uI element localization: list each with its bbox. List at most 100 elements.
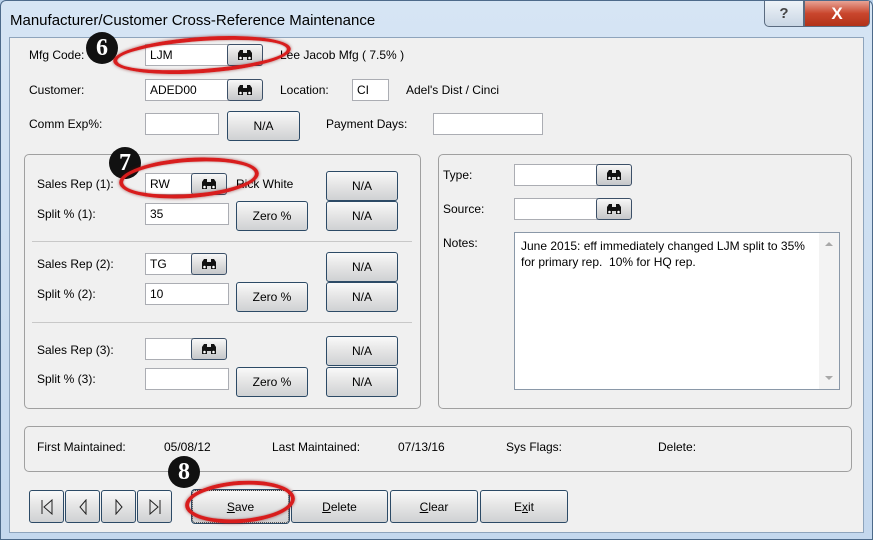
- split-3-label: Split % (3):: [37, 372, 96, 386]
- comm-exp-label: Comm Exp%:: [29, 117, 103, 131]
- binoculars-icon: [607, 204, 621, 214]
- step-7-badge: 7: [109, 147, 141, 179]
- split-1-na-button[interactable]: N/A: [326, 201, 398, 231]
- split-1-input[interactable]: [145, 203, 229, 225]
- delete-label: Delete: [322, 499, 357, 514]
- first-icon: [41, 498, 52, 515]
- binoculars-icon: [238, 85, 252, 95]
- notes-scrollbar[interactable]: [819, 233, 839, 389]
- step-8-badge: 8: [168, 456, 200, 488]
- sys-flags-label: Sys Flags:: [506, 440, 563, 454]
- last-maintained-value: 07/13/16: [398, 440, 445, 454]
- clear-label: Clear: [419, 499, 449, 514]
- mfg-code-lookup-button[interactable]: [227, 44, 263, 66]
- first-maintained-label: First Maintained:: [37, 440, 126, 454]
- na-label: N/A: [351, 344, 372, 358]
- notes-textarea[interactable]: June 2015: eff immediately changed LJM s…: [514, 232, 840, 390]
- split-2-zero-button[interactable]: Zero %: [236, 282, 308, 312]
- last-icon: [149, 498, 160, 515]
- previous-record-button[interactable]: [65, 490, 100, 523]
- rep-separator: [32, 322, 412, 323]
- binoculars-icon: [238, 50, 252, 60]
- sales-rep-2-input[interactable]: [145, 253, 193, 275]
- type-label: Type:: [443, 168, 473, 182]
- na-label: N/A: [351, 179, 372, 193]
- customer-label: Customer:: [29, 83, 85, 97]
- next-record-button[interactable]: [101, 490, 136, 523]
- binoculars-icon: [202, 179, 216, 189]
- split-3-input[interactable]: [145, 368, 229, 390]
- step-6-badge: 6: [86, 32, 118, 64]
- scroll-up-icon[interactable]: [825, 242, 833, 246]
- split-2-na-button[interactable]: N/A: [326, 282, 398, 312]
- payment-days-input[interactable]: [433, 113, 543, 135]
- sales-rep-1-name: Rick White: [236, 177, 294, 191]
- dialog-window: Manufacturer/Customer Cross-Reference Ma…: [0, 0, 873, 540]
- payment-days-label: Payment Days:: [326, 117, 408, 131]
- sales-rep-3-na-button[interactable]: N/A: [326, 336, 398, 366]
- binoculars-icon: [607, 170, 621, 180]
- sales-rep-1-label: Sales Rep (1):: [37, 177, 114, 191]
- binoculars-icon: [202, 344, 216, 354]
- source-input[interactable]: [514, 198, 598, 220]
- na-label: N/A: [351, 290, 372, 304]
- source-label: Source:: [443, 202, 485, 216]
- location-input[interactable]: [352, 79, 389, 101]
- scroll-down-icon[interactable]: [825, 376, 833, 380]
- close-button[interactable]: X: [804, 1, 870, 27]
- sales-rep-2-lookup-button[interactable]: [191, 253, 227, 275]
- notes-label: Notes:: [443, 236, 478, 250]
- mfg-code-input[interactable]: [145, 44, 229, 66]
- customer-lookup-button[interactable]: [227, 79, 263, 101]
- mfg-name: Lee Jacob Mfg ( 7.5% ): [280, 48, 405, 62]
- source-lookup-button[interactable]: [596, 198, 632, 220]
- save-label: Save: [226, 499, 255, 514]
- sales-rep-3-lookup-button[interactable]: [191, 338, 227, 360]
- exit-label: Exit: [513, 499, 534, 514]
- delete-flag-label: Delete:: [658, 440, 697, 454]
- delete-button[interactable]: Delete: [291, 490, 388, 523]
- na-label: N/A: [351, 260, 372, 274]
- customer-input[interactable]: [145, 79, 229, 101]
- help-button[interactable]: ?: [764, 1, 804, 27]
- type-input[interactable]: [514, 164, 598, 186]
- sales-rep-1-lookup-button[interactable]: [191, 173, 227, 195]
- sales-rep-3-input[interactable]: [145, 338, 193, 360]
- sales-rep-2-na-button[interactable]: N/A: [326, 252, 398, 282]
- comm-exp-input[interactable]: [145, 113, 219, 135]
- split-1-zero-button[interactable]: Zero %: [236, 201, 308, 231]
- location-label: Location:: [280, 83, 329, 97]
- split-2-input[interactable]: [145, 283, 229, 305]
- last-maintained-label: Last Maintained:: [272, 440, 361, 454]
- location-name: Adel's Dist / Cinci: [406, 83, 499, 97]
- comm-exp-na-label: N/A: [253, 119, 274, 133]
- first-maintained-value: 05/08/12: [164, 440, 211, 454]
- zero-label: Zero %: [252, 290, 292, 304]
- title-bar: Manufacturer/Customer Cross-Reference Ma…: [1, 1, 872, 37]
- type-lookup-button[interactable]: [596, 164, 632, 186]
- rep-separator: [32, 241, 412, 242]
- close-icon: X: [831, 3, 843, 23]
- first-record-button[interactable]: [29, 490, 64, 523]
- binoculars-icon: [202, 259, 216, 269]
- sales-rep-3-label: Sales Rep (3):: [37, 343, 114, 357]
- sales-rep-1-input[interactable]: [145, 173, 193, 195]
- zero-label: Zero %: [252, 375, 292, 389]
- exit-button[interactable]: Exit: [480, 490, 568, 523]
- na-label: N/A: [351, 375, 372, 389]
- split-1-label: Split % (1):: [37, 207, 96, 221]
- dialog-body: Mfg Code: Lee Jacob Mfg ( 7.5% ) Custome…: [9, 37, 864, 533]
- split-3-zero-button[interactable]: Zero %: [236, 367, 308, 397]
- comm-exp-na-button[interactable]: N/A: [227, 111, 300, 141]
- sales-rep-1-na-button[interactable]: N/A: [326, 171, 398, 201]
- na-label: N/A: [351, 209, 372, 223]
- save-button[interactable]: Save: [191, 489, 290, 524]
- window-title: Manufacturer/Customer Cross-Reference Ma…: [10, 12, 376, 29]
- split-3-na-button[interactable]: N/A: [326, 367, 398, 397]
- next-icon: [115, 498, 123, 515]
- clear-button[interactable]: Clear: [390, 490, 478, 523]
- last-record-button[interactable]: [137, 490, 172, 523]
- previous-icon: [78, 498, 86, 515]
- sales-rep-2-label: Sales Rep (2):: [37, 257, 114, 271]
- help-icon: ?: [779, 5, 789, 22]
